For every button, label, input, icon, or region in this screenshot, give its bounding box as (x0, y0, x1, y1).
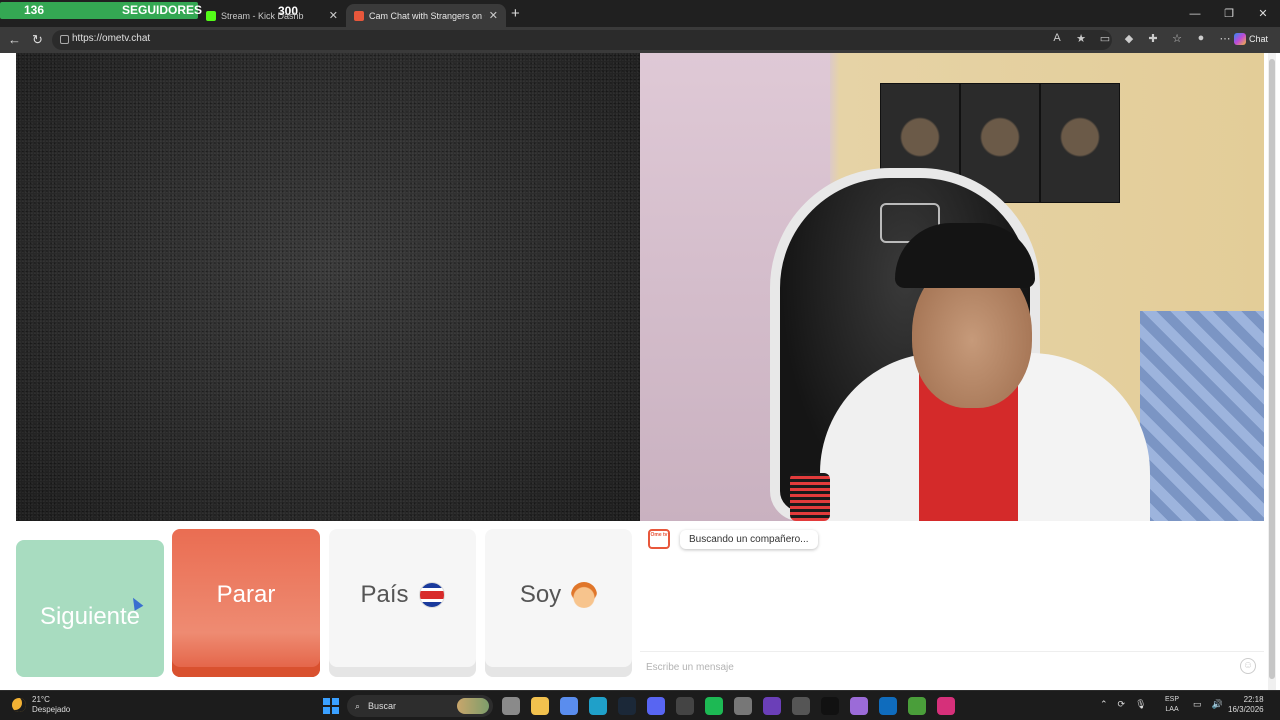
country-label: País (360, 581, 409, 608)
chat-input-area: ☺ (640, 651, 1264, 681)
next-label: Siguiente (39, 602, 141, 630)
status-message: Buscando un compañero... (680, 530, 818, 549)
search-label: Buscar (368, 701, 397, 711)
system-tray-right: ▭ 🔊 (1193, 699, 1223, 710)
outlook-icon[interactable] (879, 697, 897, 715)
restore-button[interactable]: ❐ (1212, 0, 1246, 27)
keyboard-icon[interactable] (792, 697, 810, 715)
clock-time: 22:18 (1243, 695, 1264, 704)
tab-strip: 136 SEGUIDORES 300 Stream - Kick Dashb ✕… (0, 0, 1280, 27)
settings-icon[interactable] (734, 697, 752, 715)
start-button[interactable] (323, 698, 339, 714)
kick-icon (206, 10, 216, 21)
weather-temp: 21°C (32, 695, 50, 704)
minecraft-icon[interactable] (908, 697, 926, 715)
screen-icon[interactable]: ▭ (1098, 32, 1112, 45)
volume-icon[interactable]: 🔊 (1212, 699, 1223, 710)
self-webcam-video (640, 53, 1264, 521)
file-explorer-icon[interactable] (531, 697, 549, 715)
scroll-thumb[interactable] (1269, 59, 1275, 679)
address-bar[interactable]: https://ometv.chat (52, 30, 1112, 50)
weather-desc: Despejado (32, 705, 71, 714)
clock-date: 16/3/2026 (1228, 705, 1264, 714)
chat-panel: Ome tv Buscando un compañero... ☺ (640, 521, 1264, 690)
obs-icon[interactable] (763, 697, 781, 715)
lang-code: ESP (1165, 696, 1180, 703)
costa-rica-flag-icon (418, 582, 445, 608)
reload-button[interactable]: ↻ (32, 32, 43, 48)
follower-label: SEGUIDORES (122, 3, 203, 17)
emoji-icon[interactable]: ☺ (1240, 658, 1256, 674)
search-highlight-art (457, 698, 489, 714)
close-icon[interactable]: ✕ (329, 9, 338, 22)
stranger-video-placeholder (16, 53, 640, 521)
tab-kick-dashboard[interactable]: Stream - Kick Dashb ✕ (198, 4, 346, 27)
follower-count: 136 (24, 3, 45, 17)
clock[interactable]: 22:18 16/3/2026 (1228, 695, 1264, 715)
favorite-star-icon[interactable]: ★ (1074, 32, 1088, 45)
close-icon[interactable]: ✕ (489, 9, 498, 22)
task-view-icon[interactable] (502, 697, 520, 715)
gender-button[interactable]: Soy (485, 529, 632, 677)
edge-icon[interactable] (589, 697, 607, 715)
chat-input[interactable] (646, 658, 1226, 676)
search-icon: ⌕ (355, 700, 361, 711)
close-window-button[interactable]: ✕ (1246, 0, 1280, 27)
system-tray: ⌃ ⟳ 🎙 (1100, 699, 1147, 710)
copilot-button[interactable]: Chat (1234, 33, 1268, 45)
instagram-icon[interactable] (937, 697, 955, 715)
browser-toolbar: ← ↻ https://ometv.chat A ★ ▭ ◆ ✚ ☆ ● ⋯ C… (0, 27, 1280, 53)
taskbar-apps (502, 697, 955, 715)
url-text: https://ometv.chat (72, 33, 151, 44)
window-controls: — ❐ ✕ (1178, 0, 1280, 27)
chevron-up-icon[interactable]: ⌃ (1100, 699, 1108, 710)
taskbar-search[interactable]: ⌕ Buscar (347, 695, 493, 717)
copilot-icon (1234, 33, 1246, 45)
back-button[interactable]: ← (8, 32, 21, 47)
display-icon[interactable]: ▭ (1193, 699, 1202, 710)
language-indicator[interactable]: ESP LAA (1165, 695, 1179, 715)
minimize-button[interactable]: — (1178, 0, 1212, 27)
refresh-icon[interactable]: ⟳ (1118, 699, 1126, 710)
page-scrollbar[interactable] (1268, 53, 1276, 690)
site-info-icon[interactable] (60, 35, 69, 44)
ometv-favicon-icon (354, 10, 364, 21)
store-icon[interactable] (560, 697, 578, 715)
weather-widget[interactable]: 21°C Despejado (12, 695, 70, 715)
ometv-logo-icon: Ome tv (648, 529, 670, 549)
copilot-label: Chat (1249, 34, 1269, 44)
ometv-page: Siguiente Parar País Soy Ome tv Buscando… (0, 53, 1280, 690)
poster (1040, 83, 1120, 203)
puzzle-icon[interactable]: ✚ (1146, 32, 1160, 45)
keyboard-layout: LAA (1165, 706, 1179, 713)
tab-ometv[interactable]: Cam Chat with Strangers on O ✕ (346, 4, 506, 27)
microphone-icon[interactable]: 🎙 (1135, 699, 1146, 710)
toolbar-icons: A ★ ▭ ◆ ✚ ☆ ● ⋯ (1050, 32, 1232, 45)
spotify-icon[interactable] (705, 697, 723, 715)
country-button[interactable]: País (329, 529, 476, 677)
favorites-icon[interactable]: ☆ (1170, 32, 1184, 45)
moon-icon (12, 698, 26, 712)
steam-icon[interactable] (618, 697, 636, 715)
tiktok-icon[interactable] (821, 697, 839, 715)
github-icon[interactable] (676, 697, 694, 715)
microphone (790, 473, 830, 521)
windows-taskbar: 21°C Despejado ⌕ Buscar ⌃ ⟳ 🎙 ESP LAA ▭ … (0, 690, 1280, 720)
profile-icon[interactable]: ● (1194, 32, 1208, 45)
boy-emoji-icon (571, 582, 598, 608)
stop-label: Parar (216, 581, 276, 608)
more-icon[interactable]: ⋯ (1218, 32, 1232, 45)
gender-label: Soy (519, 581, 562, 608)
tab-title: Cam Chat with Strangers on O (369, 10, 485, 21)
bed (1140, 311, 1264, 521)
copilot-icon[interactable] (850, 697, 868, 715)
extension-icon[interactable]: ◆ (1122, 32, 1136, 45)
read-aloud-icon[interactable]: A (1050, 32, 1064, 45)
tab-title: Stream - Kick Dashb (221, 10, 304, 21)
stop-button[interactable]: Parar (172, 529, 320, 677)
next-button[interactable]: Siguiente (16, 540, 164, 677)
new-tab-button[interactable]: + (511, 5, 520, 22)
discord-icon[interactable] (647, 697, 665, 715)
